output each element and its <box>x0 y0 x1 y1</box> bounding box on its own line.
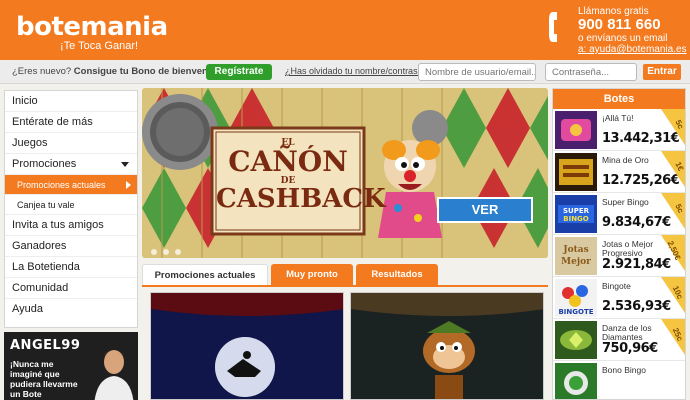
promo-thumbnail-monkey[interactable] <box>350 292 544 400</box>
contact-box: Llámanos gratis 900 811 660 o envíanos u… <box>578 6 687 55</box>
alla-tu-thumb <box>555 111 597 149</box>
sidebar-item-botetienda[interactable]: La Botetienda <box>5 257 137 278</box>
contact-phone[interactable]: 900 811 660 <box>578 17 687 33</box>
sidebar-subitem-promociones-actuales[interactable]: Promociones actuales <box>5 175 137 195</box>
tab-promociones-actuales[interactable]: Promociones actuales <box>142 264 268 286</box>
phone-icon <box>549 12 557 42</box>
banner-title: EL CAÑÓN DE CASHBACK <box>216 132 386 214</box>
super-bingo-thumb: SUPERBINGO <box>555 195 597 233</box>
jackpot-item[interactable]: SUPER BINGO Super Bingo 9.834,67€ 5c <box>553 193 685 235</box>
tabs-underline <box>142 285 548 287</box>
svg-text:BINGOTE: BINGOTE <box>558 308 593 316</box>
jackpot-game-name: Jotas o Mejor Progresivo <box>602 239 654 258</box>
sidebar-item-label: Comunidad <box>12 282 69 294</box>
forgot-credentials-link[interactable]: ¿Has olvidado tu nombre/contraseña? <box>285 66 438 76</box>
bingote-thumb: BINGOTE <box>555 279 597 317</box>
welcome-bonus-text: Consigue tu Bono de bienvenida <box>73 66 222 77</box>
sidebar-subitem-label: Canjea tu vale <box>17 200 75 210</box>
jackpot-game-name: ¡Allá Tú! <box>602 113 634 123</box>
jackpot-game-name: Mina de Oro <box>602 155 649 165</box>
sidebar-item-inicio[interactable]: Inicio <box>5 91 137 112</box>
jackpot-item[interactable]: Jotas Mejor Jotas o Mejor Progresivo 2.92… <box>553 235 685 277</box>
contact-or-email: o envíanos un email <box>578 33 668 44</box>
tab-resultados[interactable]: Resultados <box>356 264 438 286</box>
sidebar-item-juegos[interactable]: Juegos <box>5 133 137 154</box>
banner-title-cashback: CASHBACK <box>216 184 386 214</box>
register-button[interactable]: Regístrate <box>206 64 272 80</box>
jackpot-item[interactable]: BINGOTE Bingote 2.536,93€ 10c <box>553 277 685 319</box>
sidebar-item-ayuda[interactable]: Ayuda <box>5 299 137 320</box>
logo-text: botemania <box>16 12 168 42</box>
sidebar-nav: Inicio Entérate de más Juegos Promocione… <box>4 90 138 328</box>
sidebar-item-label: Juegos <box>12 137 48 149</box>
jackpot-game-name: Bingote <box>602 281 631 291</box>
winner-photo <box>94 350 134 400</box>
username-input[interactable] <box>418 63 536 81</box>
tab-muy-pronto[interactable]: Muy pronto <box>271 264 353 286</box>
password-input[interactable] <box>545 63 637 81</box>
sidebar-item-promociones[interactable]: Promociones <box>5 154 137 175</box>
bono-bingo-thumb <box>555 363 597 399</box>
danza-diamantes-thumb <box>555 321 597 359</box>
sidebar-item-label: Inicio <box>12 95 38 107</box>
sidebar-item-label: La Botetienda <box>12 261 80 273</box>
carousel-dots <box>142 246 548 258</box>
jackpot-item[interactable]: Mina de Oro 12.725,26€ 1€ <box>553 151 685 193</box>
sidebar-subitem-label: Promociones actuales <box>17 180 106 190</box>
sidebar-subitem-canjea-vale[interactable]: Canjea tu vale <box>5 195 137 215</box>
jackpot-game-name: Super Bingo <box>602 197 649 207</box>
jackpot-amount: 750,96€ <box>602 341 658 356</box>
new-user-question: ¿Eres nuevo? <box>12 66 72 77</box>
svg-text:Mejor: Mejor <box>561 257 591 267</box>
sidebar-item-label: Ayuda <box>12 303 43 315</box>
jackpots-title: Botes <box>553 89 685 109</box>
svg-text:BINGO: BINGO <box>563 215 589 223</box>
chevron-down-icon <box>121 162 129 167</box>
jotas-o-mejor-thumb: Jotas Mejor <box>555 237 597 275</box>
svg-text:SUPER: SUPER <box>563 207 590 215</box>
contact-email-link[interactable]: a: ayuda@botemania.es <box>578 44 687 55</box>
tagline: ¡Te Toca Ganar! <box>60 40 139 52</box>
mina-de-oro-thumb <box>555 153 597 191</box>
sidebar-item-invita[interactable]: Invita a tus amigos <box>5 215 137 236</box>
login-button[interactable]: Entrar <box>643 64 681 80</box>
sidebar-item-comunidad[interactable]: Comunidad <box>5 278 137 299</box>
winner-testimonial[interactable]: ANGEL99 ¡Nunca me imaginé que pudiera ll… <box>4 332 138 400</box>
jackpot-item[interactable]: Bono Bingo <box>553 361 685 399</box>
carousel-dot <box>175 249 181 255</box>
sidebar-item-enterate[interactable]: Entérate de más <box>5 112 137 133</box>
banner-title-canon: CAÑÓN <box>228 145 348 178</box>
promo-tabs: Promociones actuales Muy pronto Resultad… <box>142 264 548 286</box>
jackpot-item[interactable]: Danza de los Diamantes 750,96€ 25c <box>553 319 685 361</box>
sidebar-item-label: Entérate de más <box>12 116 93 128</box>
login-bar: ¿Eres nuevo? Consigue tu Bono de bienven… <box>0 60 690 84</box>
sidebar-item-ganadores[interactable]: Ganadores <box>5 236 137 257</box>
winner-quote: ¡Nunca me imaginé que pudiera llevarme u… <box>10 359 78 399</box>
sidebar-item-label: Ganadores <box>12 240 67 252</box>
svg-text:Jotas: Jotas <box>562 245 588 255</box>
jackpots-panel: Botes ¡Allá Tú! 13.442,31€ 5c Mina de Or… <box>552 88 686 400</box>
promo-banner[interactable]: EL CAÑÓN DE CASHBACK VER <box>142 88 548 258</box>
botemania-logo[interactable]: botemania <box>16 12 168 42</box>
jackpot-item[interactable]: ¡Allá Tú! 13.442,31€ 5c <box>553 109 685 151</box>
carousel-dot <box>151 249 157 255</box>
sidebar-item-label: Promociones <box>12 158 77 170</box>
carousel-dot <box>163 249 169 255</box>
welcome-text: ¿Eres nuevo? Consigue tu Bono de bienven… <box>12 66 222 77</box>
site-header: botemania ¡Te Toca Ganar! Llámanos grati… <box>0 0 690 60</box>
sidebar-item-label: Invita a tus amigos <box>12 219 104 231</box>
jackpot-game-name: Bono Bingo <box>602 365 646 375</box>
promo-thumbnail-et[interactable] <box>150 292 344 400</box>
banner-cta-button[interactable]: VER <box>440 200 530 220</box>
winner-name: ANGEL99 <box>10 338 81 353</box>
jackpot-game-name: Danza de los Diamantes <box>602 323 652 342</box>
chevron-right-icon <box>126 181 131 189</box>
